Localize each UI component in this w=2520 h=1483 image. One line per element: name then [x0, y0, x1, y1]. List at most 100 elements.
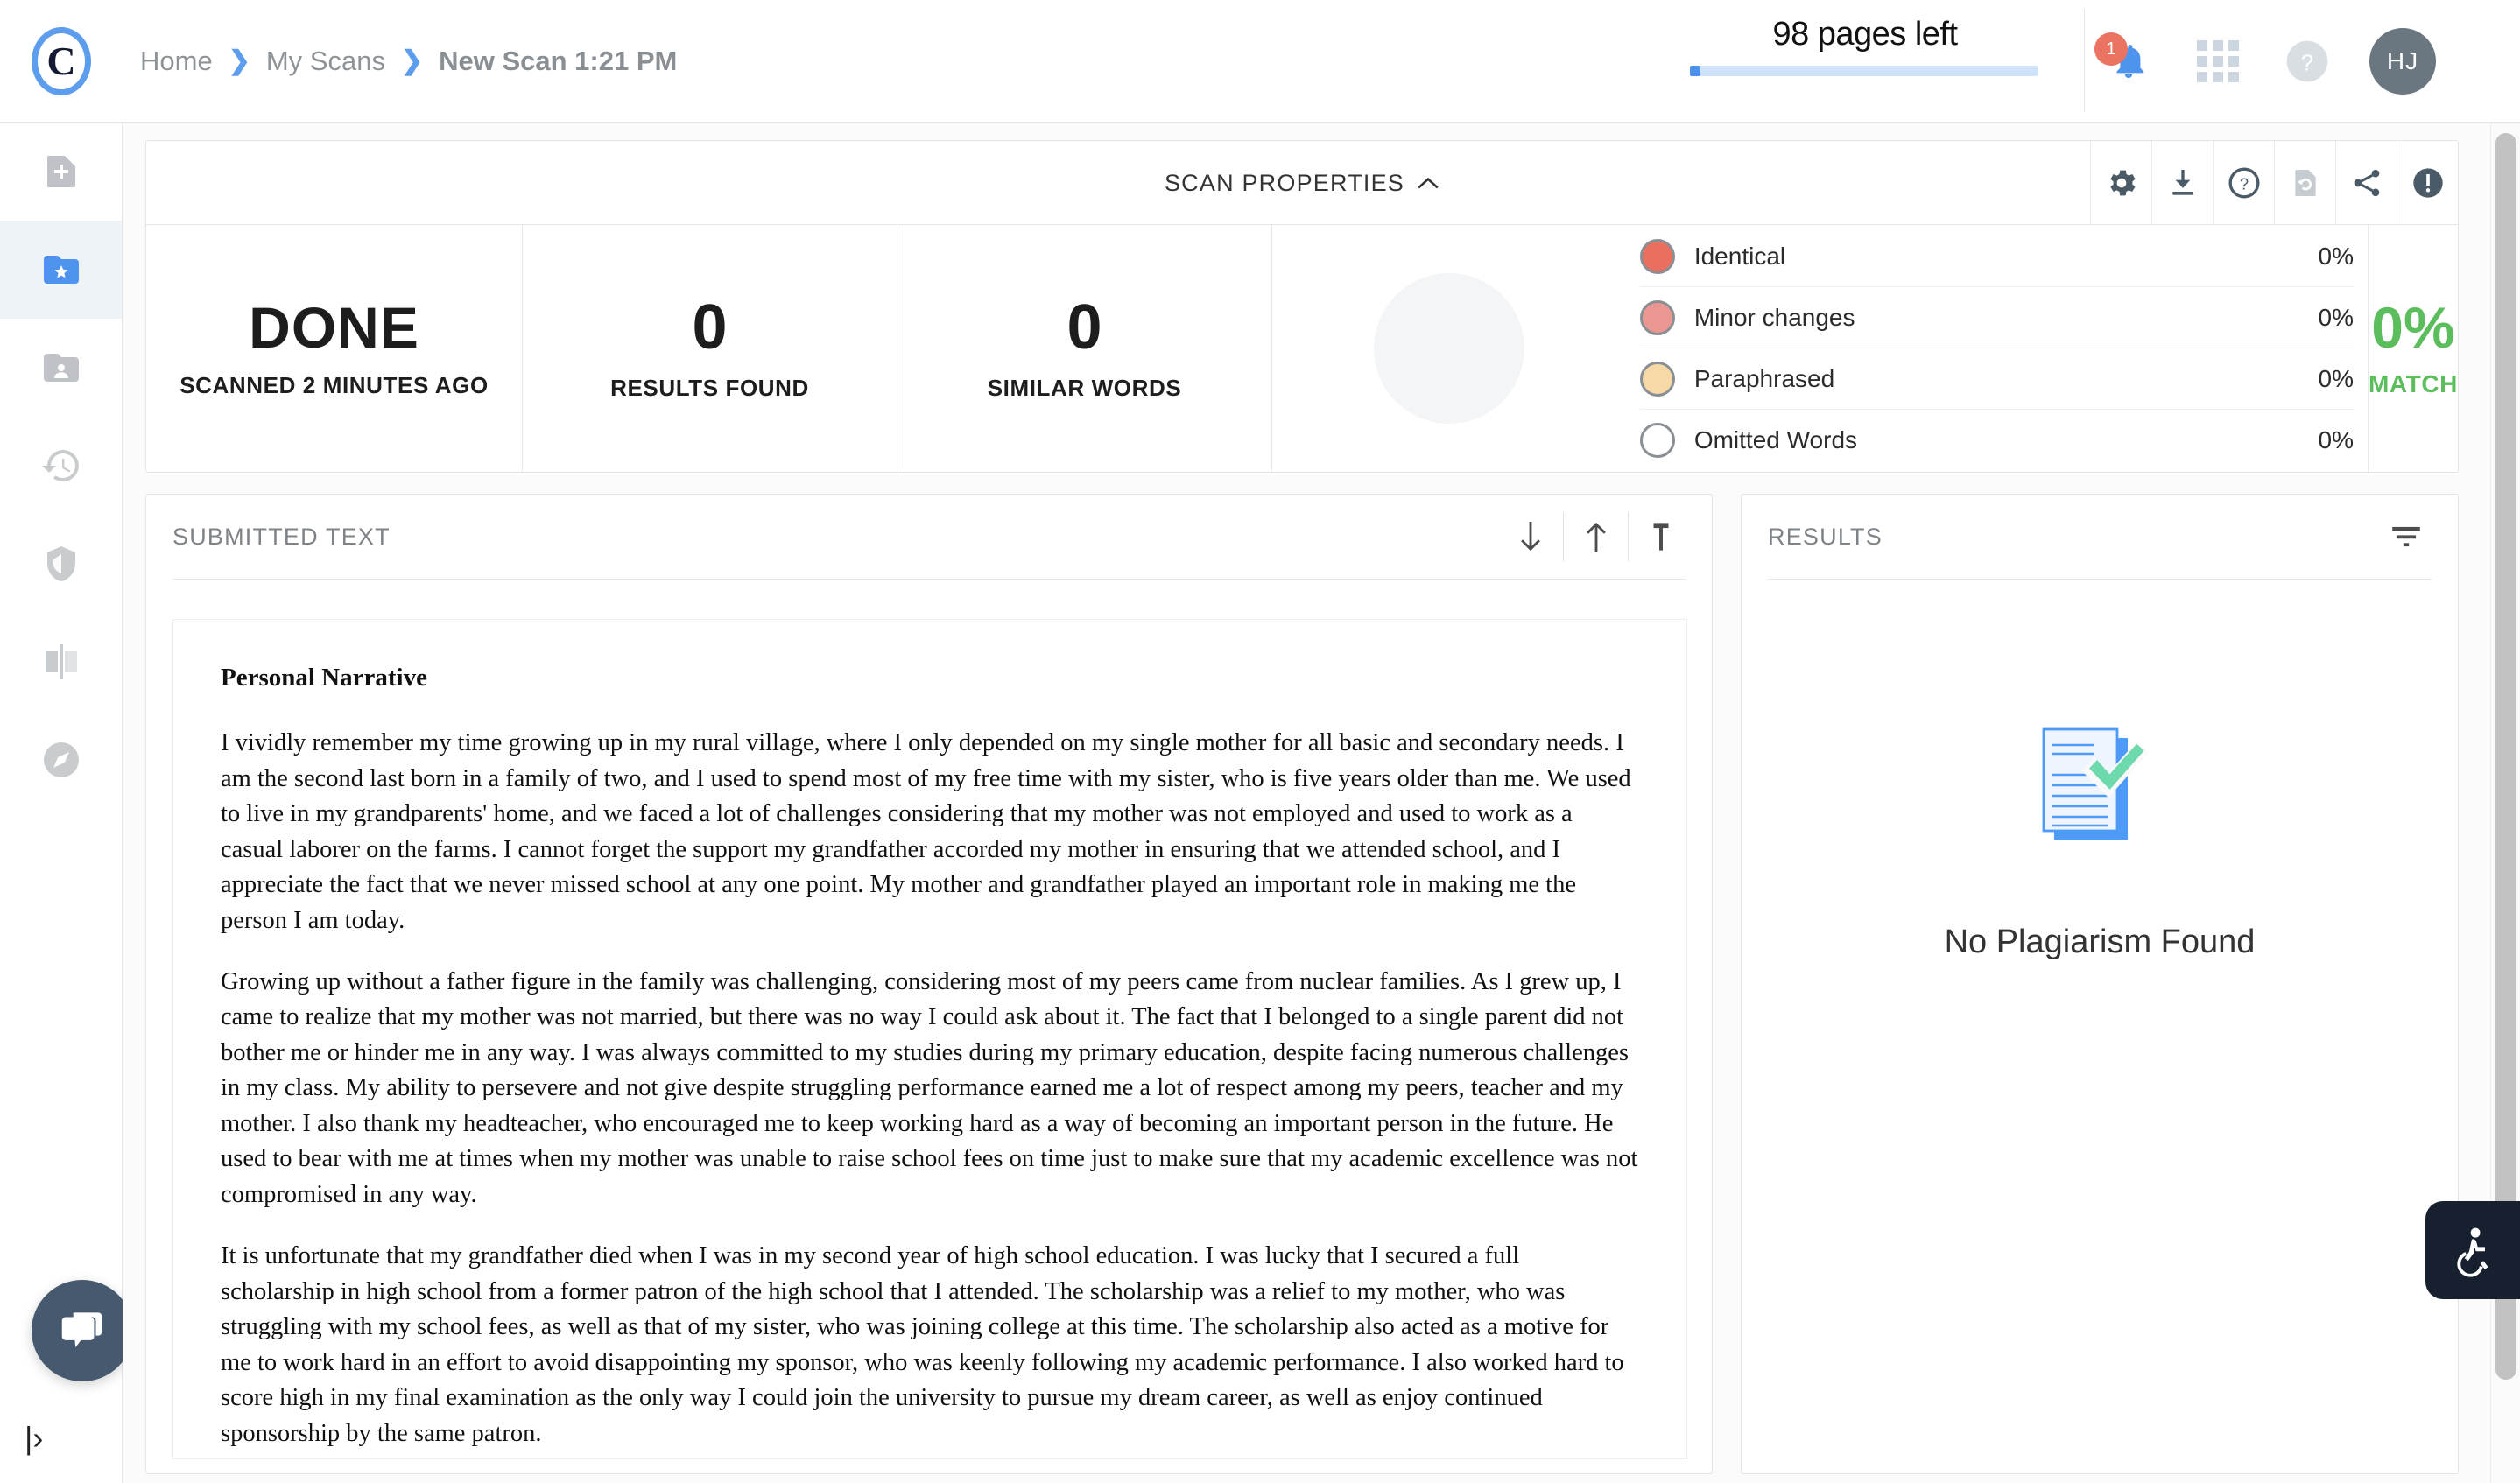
document-paragraph: Growing up without a father figure in th… [221, 967, 1638, 1208]
pages-left-meter: 98 pages left [1690, 16, 2040, 76]
scan-stats-row: DONE SCANNED 2 MINUTES AGO 0 RESULTS FOU… [146, 225, 2458, 472]
legend-row-paraphrased: Paraphrased 0% [1639, 348, 2354, 410]
shared-folder-icon [43, 354, 79, 382]
svg-text:?: ? [2239, 175, 2248, 193]
page-scrollbar-thumb[interactable] [2495, 133, 2516, 1380]
legend-label-minor-changes: Minor changes [1693, 303, 1855, 331]
sidebar-item-shared-folder[interactable] [0, 319, 122, 417]
submitted-text-title: SUBMITTED TEXT [172, 523, 391, 550]
sidebar-item-compare[interactable] [0, 613, 122, 711]
app-logo[interactable]: C [0, 26, 123, 95]
rescan-icon [2294, 170, 2316, 196]
breadcrumb-item-home[interactable]: Home [140, 46, 213, 77]
stat-status-value: DONE [249, 294, 419, 360]
logo-letter: C [46, 38, 76, 83]
results-header: RESULTS [1742, 495, 2458, 579]
sidebar-item-new-scan[interactable] [0, 123, 122, 221]
notifications-button[interactable]: 1 [2094, 32, 2156, 88]
left-sidebar: |› [0, 123, 133, 1483]
avatar: HJ [2369, 28, 2436, 95]
breadcrumb: Home ❯ My Scans ❯ New Scan 1:21 PM [140, 46, 677, 77]
scan-properties-header: SCAN PROPERTIES ? [146, 141, 2458, 225]
my-scans-icon [43, 256, 79, 284]
chat-support-button[interactable] [32, 1280, 133, 1381]
help-button[interactable]: ? [2280, 34, 2334, 88]
legend-row-identical: Identical 0% [1639, 226, 2354, 287]
legend-value-identical: 0% [2318, 242, 2354, 270]
svg-text:?: ? [2301, 52, 2313, 76]
legend-value-omitted-words: 0% [2318, 426, 2354, 453]
notification-badge: 1 [2094, 32, 2128, 66]
stat-similar-label: SIMILAR WORDS [987, 374, 1182, 401]
expand-sidebar-button[interactable]: |› [25, 1420, 43, 1457]
legend-dot-minor-changes [1639, 299, 1675, 335]
stat-status-label: SCANNED 2 MINUTES AGO [179, 371, 489, 398]
rescan-button[interactable] [2274, 141, 2335, 225]
chevron-right-icon: ❯ [228, 46, 250, 75]
legend-dot-paraphrased [1639, 361, 1675, 397]
submitted-text-header: SUBMITTED TEXT [146, 495, 1712, 579]
scroll-up-button[interactable] [1563, 512, 1628, 561]
legend-value-paraphrased: 0% [2318, 364, 2354, 392]
sidebar-item-my-scans[interactable] [0, 221, 122, 319]
breadcrumb-item-my-scans[interactable]: My Scans [266, 46, 385, 77]
stat-similar-value: 0 [1066, 292, 1102, 362]
new-scan-icon [46, 156, 75, 187]
filter-button[interactable] [2374, 512, 2439, 561]
history-icon [41, 450, 79, 481]
breadcrumb-item-current: New Scan 1:21 PM [439, 45, 678, 76]
top-header-bar: C Home ❯ My Scans ❯ New Scan 1:21 PM 98 … [0, 0, 2520, 123]
apps-grid-button[interactable] [2191, 34, 2245, 88]
document-paragraph: It is unfortunate that my grandfather di… [221, 1242, 1624, 1447]
legend-value-minor-changes: 0% [2318, 303, 2354, 331]
pages-left-label: 98 pages left [1772, 16, 1958, 53]
help-circle-icon: ? [2286, 40, 2328, 82]
help-circle-icon: ? [2228, 167, 2259, 199]
alert-icon [2412, 168, 2443, 198]
apps-grid-icon [2197, 40, 2239, 82]
sidebar-item-compass[interactable] [0, 711, 122, 809]
shield-icon [46, 546, 75, 581]
text-format-icon [1653, 523, 1668, 551]
chat-bubble-icon [61, 1312, 102, 1348]
sidebar-item-shield[interactable] [0, 515, 122, 613]
legend-row-minor-changes: Minor changes 0% [1639, 287, 2354, 348]
stat-results-label: RESULTS FOUND [610, 374, 809, 401]
settings-gear-button[interactable] [2090, 141, 2151, 225]
submitted-text-toolbar [1498, 495, 1693, 579]
download-button[interactable] [2151, 141, 2213, 225]
results-divider [1768, 579, 2432, 580]
user-avatar-button[interactable]: HJ [2369, 28, 2436, 95]
legend-dot-identical [1639, 238, 1675, 274]
accessibility-button[interactable] [2425, 1201, 2520, 1299]
scroll-down-icon [1521, 522, 1540, 552]
submitted-document[interactable]: Personal Narrative I vividly remember my… [172, 619, 1687, 1459]
share-icon [2354, 169, 2379, 197]
match-legend: Identical 0% Minor changes 0% Paraphrase… [1626, 225, 2368, 472]
document-check-icon [2042, 727, 2149, 840]
share-button[interactable] [2335, 141, 2397, 225]
stat-similar-words: 0 SIMILAR WORDS [897, 225, 1272, 472]
results-title: RESULTS [1768, 523, 1883, 550]
main-content: SCAN PROPERTIES ? DONE SCANNED 2 MINUTES… [123, 123, 2495, 1483]
download-icon [2172, 170, 2193, 195]
alert-button[interactable] [2397, 141, 2458, 225]
text-format-button[interactable] [1628, 512, 1693, 561]
scroll-down-button[interactable] [1498, 512, 1563, 561]
pages-progress-fill [1690, 66, 1700, 76]
compare-icon [45, 644, 77, 679]
chevron-right-icon: ❯ [400, 46, 424, 75]
match-percent-label: MATCH [2368, 370, 2458, 397]
legend-dot-omitted-words [1639, 423, 1675, 458]
scan-help-button[interactable]: ? [2213, 141, 2274, 225]
stat-results-found: 0 RESULTS FOUND [523, 225, 897, 472]
document-heading: Personal Narrative [221, 664, 427, 692]
donut-circle [1373, 273, 1524, 424]
header-divider [2084, 9, 2085, 112]
results-toolbar [2374, 495, 2439, 579]
filter-icon [2392, 526, 2420, 547]
sidebar-item-history[interactable] [0, 417, 122, 515]
wheelchair-icon [2457, 1227, 2488, 1277]
match-percent-value: 0% [2371, 295, 2455, 360]
document-paragraph: I vividly remember my time growing up in… [221, 729, 1631, 934]
